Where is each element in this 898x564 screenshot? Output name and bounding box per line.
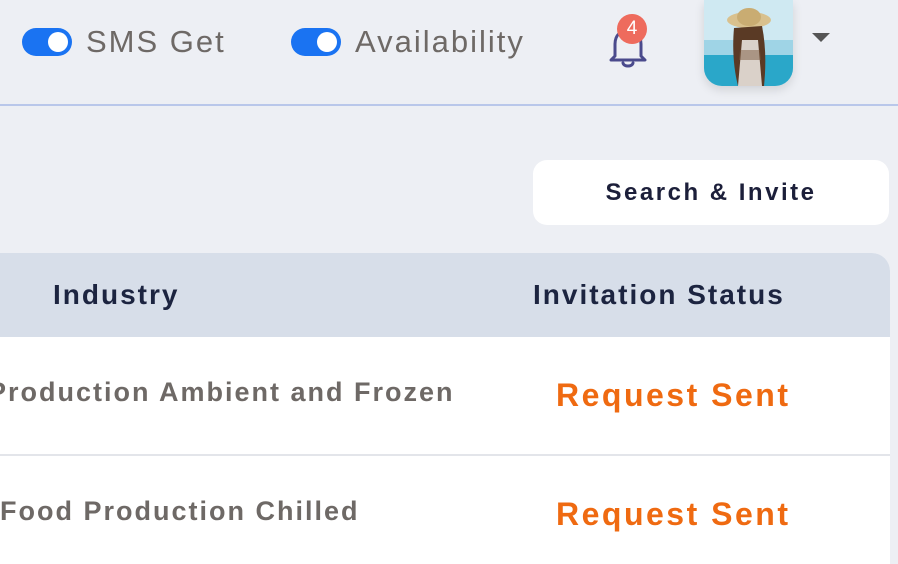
status-cell: Request Sent: [556, 377, 791, 413]
top-bar: SMS Get Availability 4: [0, 0, 898, 106]
column-header-industry[interactable]: Industry: [53, 279, 179, 311]
table-header: Industry Invitation Status: [0, 253, 890, 337]
notification-badge[interactable]: 4: [617, 14, 647, 44]
table-row[interactable]: Food Production Chilled Request Sent: [0, 456, 890, 564]
avatar-image: [704, 0, 793, 86]
column-header-invitation-status[interactable]: Invitation Status: [533, 279, 785, 311]
search-invite-button[interactable]: Search & Invite: [533, 160, 889, 225]
invitations-table: Industry Invitation Status Production Am…: [0, 253, 890, 564]
availability-label: Availability: [355, 24, 525, 59]
table-row[interactable]: Production Ambient and Frozen Request Se…: [0, 337, 890, 456]
availability-toggle-group: Availability: [291, 24, 525, 60]
sms-get-toggle[interactable]: [22, 28, 72, 56]
sms-get-label: SMS Get: [86, 24, 226, 59]
user-avatar[interactable]: [704, 0, 793, 86]
toggle-knob: [317, 32, 337, 52]
industry-cell: Food Production Chilled: [0, 496, 360, 526]
status-cell: Request Sent: [556, 496, 791, 532]
availability-toggle[interactable]: [291, 28, 341, 56]
sms-get-toggle-group: SMS Get: [22, 24, 226, 60]
chevron-down-icon[interactable]: [812, 33, 830, 42]
industry-cell: Production Ambient and Frozen: [0, 377, 455, 407]
toggle-knob: [48, 32, 68, 52]
